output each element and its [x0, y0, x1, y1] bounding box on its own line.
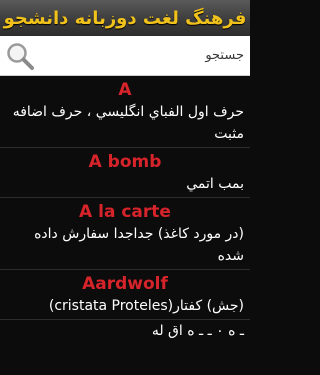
- entry-word: A: [118, 80, 132, 100]
- list-item[interactable]: ـ ه ٠ ـ ـ ه اق له: [0, 320, 250, 344]
- entry-word: Aardwolf: [82, 274, 168, 294]
- magnifier-icon[interactable]: [3, 39, 37, 73]
- entry-word: A la carte: [79, 202, 171, 222]
- entry-meaning: بمب اتمي: [186, 176, 244, 192]
- entry-meaning: (در مورد كاغذ) جداجدا سفارش داده شده: [34, 226, 244, 264]
- app-title: فرهنگ لغت دوزبانه دانشجو: [3, 7, 247, 29]
- search-input[interactable]: [37, 39, 250, 72]
- list-item[interactable]: Aardwolf (جش) كفتار(cristata Proteles): [0, 270, 250, 319]
- list-item[interactable]: A la carte (در مورد كاغذ) جداجدا سفارش د…: [0, 198, 250, 269]
- list-item[interactable]: A حرف اول الفباي انگليسي ، حرف اضافه مثب…: [0, 76, 250, 147]
- entry-word: A bomb: [88, 152, 162, 172]
- title-bar: فرهنگ لغت دوزبانه دانشجو: [0, 0, 250, 37]
- entry-meaning: ـ ه ٠ ـ ـ ه اق له: [151, 323, 244, 339]
- results-list[interactable]: A حرف اول الفباي انگليسي ، حرف اضافه مثب…: [0, 76, 250, 375]
- search-bar: [0, 36, 250, 76]
- entry-meaning: حرف اول الفباي انگليسي ، حرف اضافه مثبت: [12, 104, 244, 142]
- list-item[interactable]: A bomb بمب اتمي: [0, 148, 250, 197]
- entry-meaning: (جش) كفتار(cristata Proteles): [48, 298, 244, 314]
